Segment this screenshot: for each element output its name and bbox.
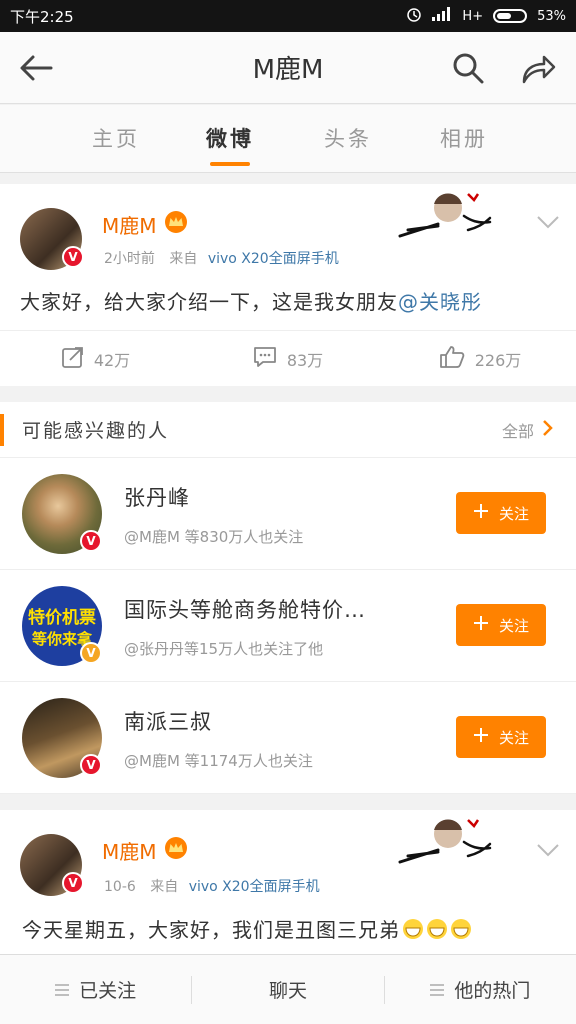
suggestion-desc: @张丹丹等15万人也关注了他 bbox=[124, 640, 324, 658]
post-time: 10-6 bbox=[104, 879, 136, 895]
chat-button[interactable]: 聊天 bbox=[192, 955, 383, 1024]
network-type: H+ bbox=[462, 8, 484, 24]
plus-icon bbox=[473, 503, 489, 523]
tab-album[interactable]: 相册 bbox=[440, 123, 488, 153]
following-label: 已关注 bbox=[79, 980, 137, 1002]
follow-button[interactable]: 关注 bbox=[456, 492, 546, 534]
bottom-bar: 已关注 聊天 他的热门 bbox=[0, 954, 576, 1024]
see-all-link[interactable]: 全部 bbox=[502, 418, 554, 442]
post-body: 大家好，给大家介绍一下，这是我女朋友 bbox=[20, 290, 398, 314]
verified-badge: V bbox=[62, 246, 84, 268]
post-card[interactable]: V M鹿M 10-6 来自 vivo X20全面屏手机 今天星期五，大家好，我们… bbox=[0, 810, 576, 954]
post-text: 今天星期五，大家好，我们是丑图三兄弟 bbox=[22, 914, 472, 943]
post-meta: 10-6 来自 vivo X20全面屏手机 bbox=[104, 876, 320, 896]
tab-home[interactable]: 主页 bbox=[92, 123, 140, 153]
post-time: 2小时前 bbox=[104, 251, 155, 267]
comment-button[interactable]: 83万 bbox=[192, 346, 384, 372]
alarm-icon bbox=[406, 6, 422, 26]
comment-count: 83万 bbox=[286, 350, 324, 370]
search-icon[interactable] bbox=[450, 50, 486, 86]
hot-posts-button[interactable]: 他的热门 bbox=[385, 955, 576, 1024]
back-arrow-icon[interactable] bbox=[18, 50, 54, 86]
follow-label: 关注 bbox=[498, 728, 529, 747]
following-button[interactable]: 已关注 bbox=[0, 955, 191, 1024]
follow-label: 关注 bbox=[498, 504, 529, 523]
crown-icon bbox=[164, 836, 188, 864]
post-source[interactable]: vivo X20全面屏手机 bbox=[189, 879, 320, 895]
suggestion-item[interactable]: V 南派三叔 @M鹿M 等1174万人也关注 关注 bbox=[0, 682, 576, 794]
post-username[interactable]: M鹿M bbox=[102, 210, 157, 239]
suggestions-title: 可能感兴趣的人 bbox=[22, 420, 170, 442]
signature-stamp bbox=[398, 186, 498, 242]
plus-icon bbox=[473, 727, 489, 747]
post-source[interactable]: vivo X20全面屏手机 bbox=[208, 251, 339, 267]
source-prefix: 来自 bbox=[169, 251, 198, 267]
chevron-right-icon bbox=[542, 419, 554, 441]
like-button[interactable]: 226万 bbox=[384, 345, 576, 373]
suggestion-item[interactable]: 特价机票 等你来拿 V 国际头等舱商务舱特价… @张丹丹等15万人也关注了他 关… bbox=[0, 570, 576, 682]
repost-icon bbox=[61, 346, 84, 372]
verified-badge: V bbox=[80, 754, 102, 776]
menu-icon bbox=[430, 979, 445, 1001]
verified-badge: V bbox=[80, 642, 102, 664]
repost-button[interactable]: 42万 bbox=[0, 346, 192, 372]
crown-icon bbox=[164, 210, 188, 238]
source-prefix: 来自 bbox=[150, 879, 179, 895]
plus-icon bbox=[473, 615, 489, 635]
mention-link[interactable]: @关晓彤 bbox=[398, 290, 482, 314]
suggestion-desc: @M鹿M 等1174万人也关注 bbox=[124, 752, 313, 770]
suggestion-desc: @M鹿M 等830万人也关注 bbox=[124, 528, 304, 546]
chevron-down-icon[interactable] bbox=[536, 842, 560, 861]
post-body: 今天星期五，大家好，我们是丑图三兄弟 bbox=[22, 918, 400, 942]
chevron-down-icon[interactable] bbox=[536, 214, 560, 233]
tab-headlines[interactable]: 头条 bbox=[324, 123, 372, 153]
avatar-text: 特价机票 bbox=[28, 608, 96, 628]
post-username[interactable]: M鹿M bbox=[102, 836, 157, 865]
share-icon[interactable] bbox=[520, 50, 556, 86]
post-meta: 2小时前 来自 vivo X20全面屏手机 bbox=[104, 248, 339, 268]
like-icon bbox=[439, 345, 465, 373]
follow-button[interactable]: 关注 bbox=[456, 604, 546, 646]
comment-icon bbox=[253, 346, 277, 372]
follow-button[interactable]: 关注 bbox=[456, 716, 546, 758]
see-all-label: 全部 bbox=[502, 422, 535, 441]
laugh-emoji-icon bbox=[402, 918, 472, 940]
signature-stamp bbox=[398, 812, 498, 868]
battery-percent: 53% bbox=[537, 8, 566, 24]
like-count: 226万 bbox=[474, 350, 522, 370]
section-accent-bar bbox=[0, 414, 4, 446]
page-title: M鹿M bbox=[252, 55, 324, 85]
hot-posts-label: 他的热门 bbox=[454, 980, 531, 1002]
status-bar: 下午2:25 H+ 53% bbox=[0, 0, 576, 32]
follow-label: 关注 bbox=[498, 616, 529, 635]
tab-weibo[interactable]: 微博 bbox=[206, 123, 254, 153]
suggestion-name[interactable]: 张丹峰 bbox=[124, 482, 190, 512]
repost-count: 42万 bbox=[93, 350, 131, 370]
nav-bar: M鹿M bbox=[0, 32, 576, 104]
status-time: 下午2:25 bbox=[10, 7, 74, 26]
chat-label: 聊天 bbox=[268, 980, 307, 1002]
suggestion-name[interactable]: 南派三叔 bbox=[124, 706, 212, 736]
verified-badge: V bbox=[80, 530, 102, 552]
battery-icon bbox=[493, 9, 528, 23]
post-actions: 42万 83万 226万 bbox=[0, 330, 576, 386]
signal-icon bbox=[432, 7, 452, 25]
post-card[interactable]: V M鹿M 2小时前 来自 vivo X20全面屏手机 大家好，给大家介绍一下，… bbox=[0, 184, 576, 386]
verified-badge: V bbox=[62, 872, 84, 894]
suggestion-name[interactable]: 国际头等舱商务舱特价… bbox=[124, 594, 366, 624]
suggestions-header: 可能感兴趣的人 全部 bbox=[0, 402, 576, 458]
suggestion-item[interactable]: V 张丹峰 @M鹿M 等830万人也关注 关注 bbox=[0, 458, 576, 570]
menu-icon bbox=[55, 979, 70, 1001]
profile-tabs: 主页 微博 头条 相册 bbox=[0, 105, 576, 173]
active-tab-indicator bbox=[210, 162, 250, 166]
post-text: 大家好，给大家介绍一下，这是我女朋友@关晓彤 bbox=[20, 286, 482, 315]
